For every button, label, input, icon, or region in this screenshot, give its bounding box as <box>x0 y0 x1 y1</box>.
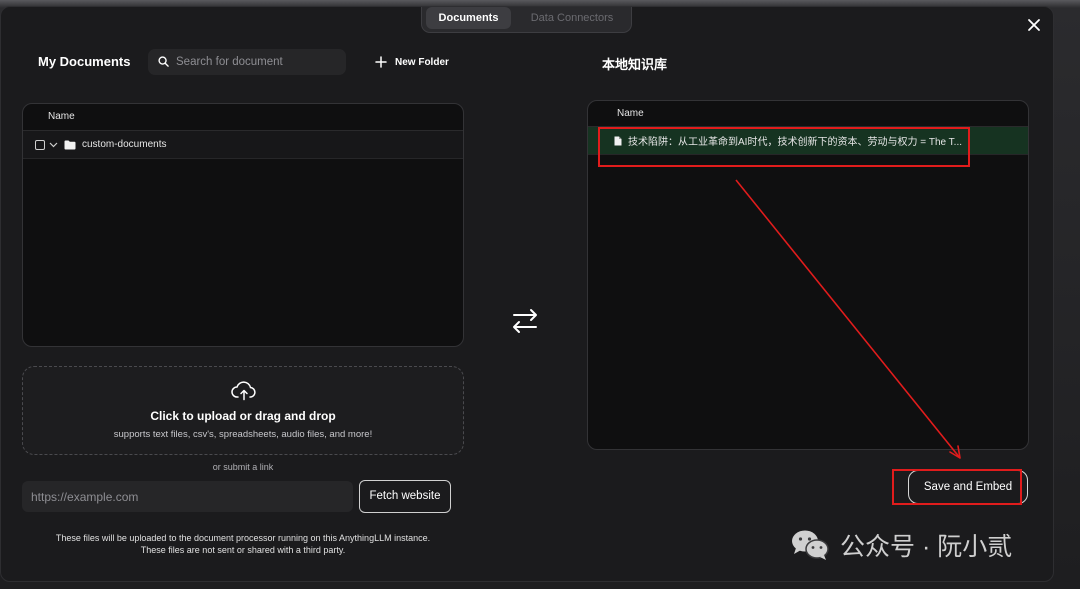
folder-checkbox[interactable] <box>35 139 45 150</box>
tab-data-connectors[interactable]: Data Connectors <box>518 7 626 29</box>
knowledge-base-title: 本地知识库 <box>602 57 668 72</box>
plus-icon <box>375 56 387 68</box>
tab-bar: Documents Data Connectors <box>421 7 632 33</box>
folder-label: custom-documents <box>82 139 167 150</box>
my-documents-panel: Name custom-documents <box>22 103 464 347</box>
new-folder-label: New Folder <box>395 56 449 68</box>
folder-row[interactable]: custom-documents <box>23 131 463 159</box>
notice-line-2: These files are not sent or shared with … <box>140 545 346 555</box>
wechat-watermark: 公众号 · 阮小贰 <box>790 525 1012 565</box>
upload-title: Click to upload or drag and drop <box>150 409 336 423</box>
name-column-header: Name <box>23 104 463 131</box>
close-icon[interactable] <box>1026 17 1042 33</box>
search-box[interactable] <box>148 49 346 75</box>
new-folder-button[interactable]: New Folder <box>375 54 449 70</box>
name-column-header: Name <box>588 101 1028 127</box>
fetch-website-button[interactable]: Fetch website <box>359 480 451 513</box>
cloud-upload-icon <box>231 381 256 401</box>
notice-line-1: These files will be uploaded to the docu… <box>55 533 431 543</box>
upload-dropzone[interactable]: Click to upload or drag and drop support… <box>22 366 464 455</box>
tab-documents[interactable]: Documents <box>426 7 511 29</box>
my-documents-title: My Documents <box>38 54 131 69</box>
annotation-highlight-file <box>598 127 970 167</box>
annotation-highlight-save <box>892 469 1022 505</box>
url-input[interactable] <box>22 481 353 512</box>
upload-subtitle: supports text files, csv's, spreadsheets… <box>113 429 373 440</box>
privacy-notice: These files will be uploaded to the docu… <box>22 532 464 556</box>
search-input[interactable] <box>176 49 341 75</box>
search-icon <box>158 56 169 67</box>
swap-arrows-icon <box>513 309 537 333</box>
folder-icon <box>64 140 76 149</box>
chevron-down-icon[interactable] <box>49 142 58 148</box>
wechat-icon <box>792 530 829 560</box>
watermark-text: 公众号 · 阮小贰 <box>840 533 1013 561</box>
or-submit-link-text: or submit a link <box>212 462 274 472</box>
